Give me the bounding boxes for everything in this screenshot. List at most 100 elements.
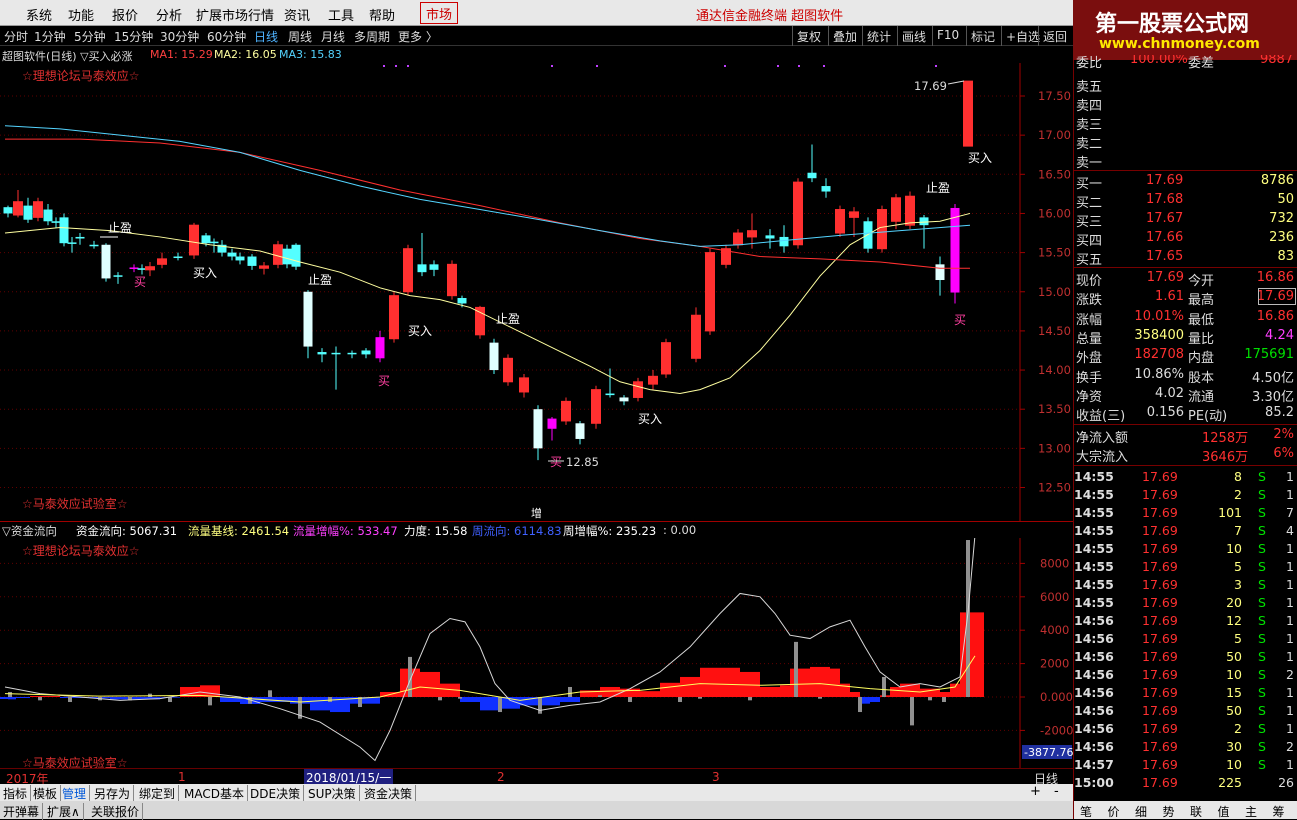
- period-more[interactable]: 更多 〉: [398, 28, 438, 45]
- market-button[interactable]: 市场: [420, 2, 459, 24]
- tick-row: 14:56 17.69 12 S 1: [1074, 613, 1294, 628]
- date-month-3: 3: [712, 770, 720, 784]
- panel-tab[interactable]: 值: [1218, 803, 1230, 820]
- tab-fund[interactable]: 资金决策: [361, 785, 417, 802]
- period-weekly[interactable]: 周线: [288, 28, 312, 45]
- tick-row: 14:55 17.69 20 S 1: [1074, 595, 1294, 610]
- tab-linked-quote[interactable]: 关联报价: [88, 803, 144, 820]
- period-multi[interactable]: 多周期: [354, 28, 390, 45]
- kline-chart[interactable]: ◇ 止盈买入止盈买入止盈买入止盈买入买买买买17.6912.85增 17.501…: [0, 63, 1073, 522]
- price-axis-label: 15.50: [1038, 246, 1071, 260]
- flow-bar: [850, 691, 860, 697]
- flow-bar: [480, 697, 500, 711]
- menu-analysis[interactable]: 分析: [156, 5, 182, 24]
- indicator-name[interactable]: ▽资金流向: [2, 523, 57, 539]
- period-timeshare[interactable]: 分时: [4, 28, 28, 45]
- flow-bar: [720, 667, 740, 697]
- flow-bar: [560, 697, 580, 703]
- menu-quote[interactable]: 报价: [112, 5, 138, 24]
- panel-tab[interactable]: 价: [1108, 803, 1120, 820]
- tool-draw[interactable]: 画线: [897, 26, 930, 46]
- panel-tab[interactable]: 主: [1245, 803, 1257, 820]
- tool-restore-rights[interactable]: 复权: [792, 26, 825, 46]
- menu-function[interactable]: 功能: [68, 5, 94, 24]
- flow-bar: [0, 697, 8, 700]
- force-value: 力度: 15.58: [404, 524, 468, 538]
- buy-signal: 买入: [193, 266, 217, 280]
- logo-url: www.chnmoney.com: [1099, 36, 1260, 52]
- sell-level: 卖一: [1076, 156, 1103, 171]
- tab-dde[interactable]: DDE决策: [247, 785, 305, 802]
- tab-expand[interactable]: 扩展∧: [44, 803, 84, 820]
- price-axis-label: 14.50: [1038, 324, 1071, 338]
- menu-ext-market[interactable]: 扩展市场行情: [196, 5, 274, 24]
- period-5min[interactable]: 5分钟: [74, 28, 106, 45]
- quote-row: 净资 流通 4.02 3.30亿: [1076, 385, 1294, 405]
- flow-bar: [8, 697, 16, 700]
- tab-indicator[interactable]: 指标: [0, 785, 32, 802]
- low-label: 12.85: [566, 455, 599, 469]
- flow-bar: [940, 691, 950, 697]
- stop-signal: 止盈: [108, 221, 132, 235]
- tool-back[interactable]: 返回: [1038, 26, 1071, 46]
- tick-row: 14:55 17.69 10 S 1: [1074, 541, 1294, 556]
- tab-macd[interactable]: MACD基本: [181, 785, 248, 802]
- price-axis-label: 17.50: [1038, 89, 1071, 103]
- period-bar: 分时 1分钟 5分钟 15分钟 30分钟 60分钟 日线 周线 月线 多周期 更…: [0, 26, 1073, 46]
- panel-tab[interactable]: 细: [1135, 803, 1147, 820]
- buy-signal: 买入: [408, 324, 432, 338]
- tick-row: 15:00 17.69 225 26: [1074, 775, 1294, 790]
- money-flow-chart[interactable]: 8000 6000 4000 2000 0.000 -2000 -3877.76: [0, 538, 1073, 768]
- tool-overlay[interactable]: 叠加: [828, 26, 861, 46]
- candle: [101, 243, 111, 282]
- panel-tab[interactable]: 笔: [1080, 803, 1092, 820]
- volume-spike: [538, 697, 542, 714]
- price-axis-label: 15.00: [1038, 285, 1071, 299]
- tick-row: 14:55 17.69 5 S 1: [1074, 559, 1294, 574]
- buy-signal: 买入: [968, 151, 992, 165]
- candle: [389, 291, 399, 343]
- volume-spike: [168, 697, 172, 703]
- ma3-value: MA3: 15.83: [279, 48, 342, 61]
- tab-template[interactable]: 模板: [30, 785, 62, 802]
- period-15min[interactable]: 15分钟: [114, 28, 153, 45]
- tick-row: 14:56 17.69 50 S 1: [1074, 703, 1294, 718]
- menu-tools[interactable]: 工具: [328, 5, 354, 24]
- panel-tab[interactable]: 联: [1190, 803, 1202, 820]
- tab-manage[interactable]: 管理: [59, 785, 91, 802]
- sell-level: 卖三: [1076, 118, 1103, 133]
- tab-sup[interactable]: SUP决策: [305, 785, 360, 802]
- weekinc-value: 周增幅%: 235.23: [563, 524, 657, 538]
- tool-f10[interactable]: F10: [932, 26, 963, 46]
- tab-bind[interactable]: 绑定到: [136, 785, 180, 802]
- stop-signal: 止盈: [496, 312, 520, 326]
- period-monthly[interactable]: 月线: [321, 28, 345, 45]
- zoom-in-button[interactable]: +: [1030, 784, 1041, 799]
- volume-spike: [268, 690, 272, 697]
- ma1-value: MA1: 15.29: [150, 48, 213, 61]
- candle: [691, 307, 701, 363]
- price-axis-label: 16.50: [1038, 167, 1071, 181]
- panel-tab[interactable]: 筹: [1273, 803, 1285, 820]
- high-label: 17.69: [914, 79, 947, 93]
- volume-spike: [678, 697, 682, 703]
- menu-news[interactable]: 资讯: [284, 5, 310, 24]
- period-1min[interactable]: 1分钟: [34, 28, 66, 45]
- zoom-out-button[interactable]: -: [1054, 784, 1059, 799]
- volume-spike: [328, 697, 332, 703]
- buy-mark: 买: [134, 275, 146, 289]
- period-daily[interactable]: 日线: [254, 28, 278, 45]
- flow-bar: [790, 668, 810, 697]
- menu-help[interactable]: 帮助: [369, 5, 395, 24]
- panel-tab[interactable]: 势: [1163, 803, 1175, 820]
- tool-mark[interactable]: 标记: [966, 26, 999, 46]
- quote-row: 现价 今开 17.69 16.86: [1076, 270, 1294, 289]
- tab-danmaku[interactable]: 开弹幕: [0, 803, 44, 820]
- tab-save-as[interactable]: 另存为: [91, 785, 135, 802]
- week-value: 周流向: 6114.83: [472, 524, 562, 538]
- tool-statistics[interactable]: 统计: [862, 26, 895, 46]
- menu-system[interactable]: 系统: [26, 5, 52, 24]
- indicator-axis-label: 6000: [1040, 590, 1069, 604]
- period-60min[interactable]: 60分钟: [207, 28, 246, 45]
- period-30min[interactable]: 30分钟: [160, 28, 199, 45]
